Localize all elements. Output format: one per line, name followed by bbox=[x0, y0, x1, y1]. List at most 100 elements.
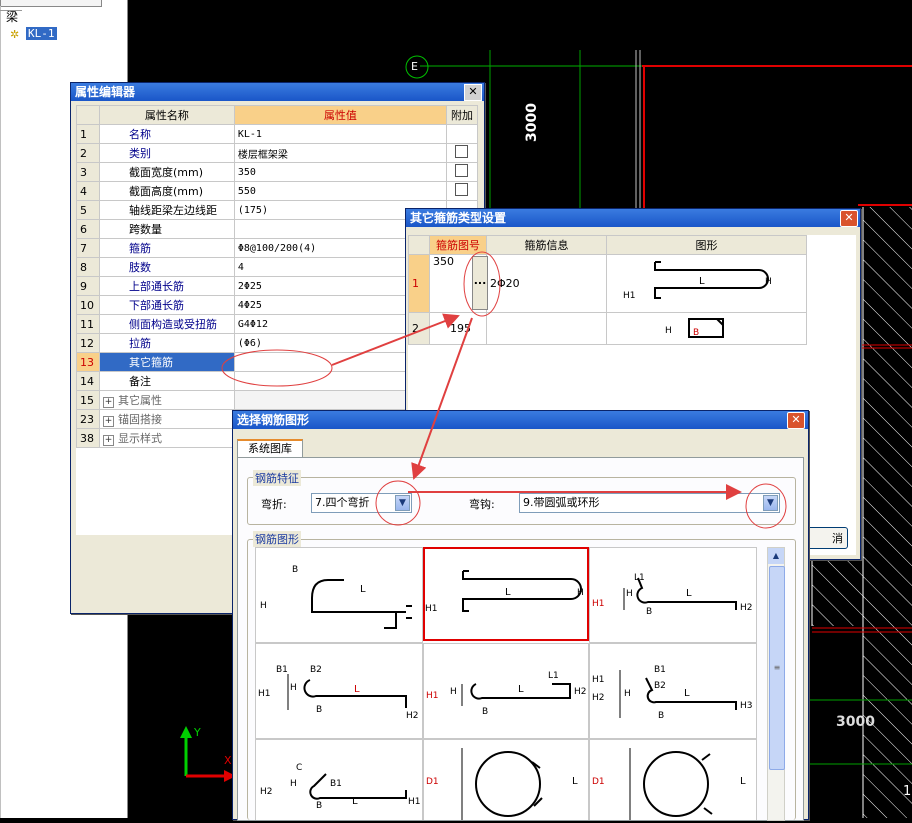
shape-option-2-selected[interactable]: L H H1 bbox=[423, 547, 589, 641]
extra-checkbox[interactable] bbox=[455, 145, 469, 158]
property-editor-title: 属性编辑器 bbox=[71, 83, 484, 101]
property-name: 侧面构造或受扭筋 bbox=[98, 314, 235, 334]
tree-root-label[interactable]: 梁 bbox=[6, 8, 18, 25]
property-value[interactable]: KL-1 bbox=[233, 124, 447, 144]
hook-label: 弯钩: bbox=[469, 498, 495, 511]
svg-text:B2: B2 bbox=[654, 681, 666, 691]
property-name-label: 跨数量 bbox=[128, 223, 162, 236]
property-value[interactable]: 楼层框架梁 bbox=[233, 143, 447, 163]
chevron-down-icon[interactable]: ▼ bbox=[395, 495, 410, 511]
row-number: 2 bbox=[408, 312, 430, 345]
close-icon[interactable]: ✕ bbox=[840, 210, 858, 227]
svg-text:L1: L1 bbox=[634, 573, 645, 583]
tree-item-kl1[interactable]: KL-1 bbox=[26, 27, 57, 40]
svg-text:H: H bbox=[626, 589, 633, 599]
property-name-label: 名称 bbox=[128, 128, 151, 141]
svg-text:L: L bbox=[360, 584, 366, 595]
bend-label: 弯折: bbox=[261, 498, 287, 511]
stirrup-shape-cell: L H H1 bbox=[606, 254, 807, 313]
property-name: + 锚固搭接 bbox=[98, 409, 235, 429]
dimension-text-top: 3000 bbox=[524, 103, 540, 142]
svg-text:H1: H1 bbox=[425, 604, 438, 614]
col-header-extra: 附加 bbox=[445, 105, 479, 125]
shape-option-8[interactable]: D1 L bbox=[423, 739, 589, 820]
svg-text:B: B bbox=[482, 707, 488, 717]
stirrup-code[interactable]: 195 bbox=[429, 312, 487, 345]
chevron-down-icon[interactable]: ▼ bbox=[763, 495, 778, 511]
shape-option-3[interactable]: H1 H L1 L B H2 bbox=[589, 547, 757, 643]
property-name-label: 截面高度(mm) bbox=[128, 185, 203, 198]
tab-system-library[interactable]: 系统图库 bbox=[237, 439, 303, 459]
property-name-label: 其它箍筋 bbox=[128, 356, 173, 369]
col-header-code: 箍筋图号 bbox=[429, 235, 487, 255]
stirrup-dialog-title: 其它箍筋类型设置 bbox=[406, 209, 860, 227]
svg-text:L: L bbox=[352, 796, 358, 807]
shape-label-l: L bbox=[699, 276, 705, 287]
row-number: 12 bbox=[76, 333, 100, 353]
svg-text:L: L bbox=[686, 588, 692, 599]
svg-text:B1: B1 bbox=[330, 779, 342, 789]
vertical-scrollbar[interactable]: ▲ ≡ bbox=[767, 547, 785, 821]
svg-text:H: H bbox=[577, 588, 584, 598]
tree-header bbox=[0, 0, 102, 7]
svg-text:H: H bbox=[260, 601, 267, 611]
scrollbar-thumb[interactable]: ≡ bbox=[769, 566, 785, 770]
svg-text:L: L bbox=[684, 688, 690, 699]
property-value[interactable]: 550 bbox=[233, 181, 447, 201]
shape-option-4[interactable]: B1 B2 H1 H L B H2 bbox=[255, 643, 423, 739]
property-name: 箍筋 bbox=[98, 238, 235, 258]
ucs-y-label: Y bbox=[194, 726, 201, 739]
row-number: 11 bbox=[76, 314, 100, 334]
svg-text:L: L bbox=[354, 684, 360, 695]
stirrup-info-cell[interactable]: 2Φ20 bbox=[486, 254, 607, 313]
shape-option-1[interactable]: B L H bbox=[255, 547, 423, 643]
property-name-label: 上部通长筋 bbox=[128, 280, 184, 293]
property-name: 名称 bbox=[98, 124, 235, 144]
bend-select[interactable]: 7.四个弯折 ▼ bbox=[311, 493, 412, 513]
shape-option-6[interactable]: H1 H2 B1 B2 H L H3 B bbox=[589, 643, 757, 739]
property-name-label: 备注 bbox=[128, 375, 151, 388]
stirrup-code-cell[interactable]: 350 ... bbox=[429, 254, 488, 313]
svg-text:H2: H2 bbox=[592, 693, 605, 703]
svg-text:B2: B2 bbox=[310, 665, 322, 675]
shape-option-7[interactable]: H2 C B1 H L B H1 bbox=[255, 739, 423, 820]
gear-icon: ✲ bbox=[10, 28, 20, 41]
close-icon[interactable]: ✕ bbox=[787, 412, 805, 429]
table-row[interactable]: 1 名称 KL-1 bbox=[76, 124, 479, 144]
shape-label-h: H bbox=[765, 277, 772, 287]
row-number: 1 bbox=[408, 254, 430, 313]
hook-value: 9.带圆弧或环形 bbox=[523, 496, 600, 509]
table-row[interactable]: 4 截面高度(mm) 550 bbox=[76, 181, 479, 201]
shape-option-9[interactable]: D1 L bbox=[589, 739, 757, 820]
extra-checkbox[interactable] bbox=[455, 183, 469, 196]
row-number: 6 bbox=[76, 219, 100, 239]
expand-icon[interactable]: + bbox=[102, 397, 114, 408]
browse-shape-button[interactable]: ... bbox=[472, 256, 488, 310]
svg-text:H2: H2 bbox=[406, 711, 419, 721]
svg-text:B1: B1 bbox=[654, 665, 666, 675]
expand-icon[interactable]: + bbox=[102, 416, 114, 427]
svg-text:H: H bbox=[450, 687, 457, 697]
property-name-label: 轴线距梁左边线距 bbox=[128, 204, 217, 217]
expand-icon[interactable]: + bbox=[102, 435, 114, 446]
property-name: + 其它属性 bbox=[98, 390, 235, 410]
property-name: 截面高度(mm) bbox=[98, 181, 235, 201]
rebar-shape-label: 钢筋图形 bbox=[253, 531, 301, 547]
extra-checkbox[interactable] bbox=[455, 164, 469, 177]
property-name-label: 截面宽度(mm) bbox=[128, 166, 203, 179]
property-name: 轴线距梁左边线距 bbox=[98, 200, 235, 220]
property-value[interactable]: 350 bbox=[233, 162, 447, 182]
row-number: 15 bbox=[76, 390, 100, 410]
svg-text:H: H bbox=[624, 689, 631, 699]
table-row[interactable]: 3 截面宽度(mm) 350 bbox=[76, 162, 479, 182]
shape-label-h1: H1 bbox=[623, 291, 636, 301]
col-header-shape: 图形 bbox=[606, 235, 807, 255]
table-row[interactable]: 2 类别 楼层框架梁 bbox=[76, 143, 479, 163]
svg-text:H: H bbox=[290, 779, 297, 789]
shape-option-5[interactable]: H1 H L L1 H2 B bbox=[423, 643, 589, 739]
property-name: + 显示样式 bbox=[98, 428, 235, 448]
hook-select[interactable]: 9.带圆弧或环形 ▼ bbox=[519, 493, 780, 513]
close-icon[interactable]: ✕ bbox=[464, 84, 482, 101]
svg-text:B: B bbox=[646, 607, 652, 617]
chevron-up-icon[interactable]: ▲ bbox=[768, 548, 784, 564]
